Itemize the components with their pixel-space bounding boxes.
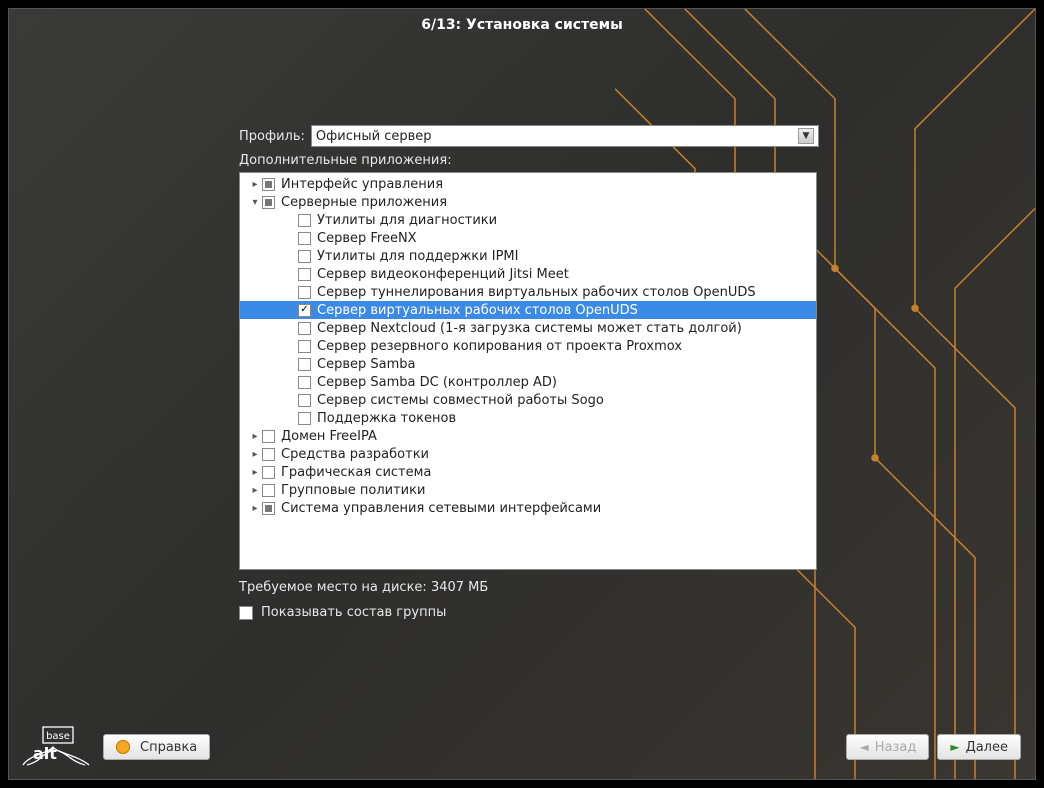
tree-checkbox[interactable] <box>262 448 275 461</box>
tree-row[interactable]: ▸ Система управления сетевыми интерфейсам… <box>240 499 816 517</box>
tree-row-label: Домен FreeIPA <box>281 429 377 444</box>
svg-text:base: base <box>46 731 70 742</box>
tree-row-label: Групповые политики <box>281 483 425 498</box>
tree-row[interactable]: ▸ Интерфейс управления <box>240 175 816 193</box>
tree-row[interactable]: ▾ Серверные приложения <box>240 193 816 211</box>
tree-row[interactable]: Сервер видеоконференций Jitsi Meet <box>240 265 816 283</box>
page-title: 6/13: Установка системы <box>9 9 1035 45</box>
help-button[interactable]: Справка <box>103 734 210 760</box>
svg-text:alt: alt <box>33 744 57 763</box>
tree-checkbox[interactable] <box>298 286 311 299</box>
chevron-down-icon: ▼ <box>798 128 814 144</box>
tree-checkbox[interactable] <box>298 412 311 425</box>
tree-row-label: Сервер Samba <box>317 357 415 372</box>
tree-row[interactable]: Утилиты для диагностики <box>240 211 816 229</box>
basealt-logo: base alt <box>19 725 93 769</box>
tree-row-label: Сервер видеоконференций Jitsi Meet <box>317 267 569 282</box>
tree-checkbox[interactable] <box>262 502 275 515</box>
tree-checkbox[interactable] <box>298 322 311 335</box>
tree-row-label: Система управления сетевыми интерфейсами <box>281 501 601 516</box>
tree-row[interactable]: Сервер системы совместной работы Sogo <box>240 391 816 409</box>
tree-checkbox[interactable] <box>298 304 311 317</box>
tree-row[interactable]: Утилиты для поддержки IPMI <box>240 247 816 265</box>
profile-label: Профиль: <box>239 129 305 144</box>
profile-dropdown[interactable]: Офисный сервер ▼ <box>311 125 819 147</box>
tree-row[interactable]: ▸ Домен FreeIPA <box>240 427 816 445</box>
tree-row-label: Сервер Samba DC (контроллер AD) <box>317 375 557 390</box>
tree-row-label: Утилиты для поддержки IPMI <box>317 249 518 264</box>
tree-row[interactable]: ▸ Средства разработки <box>240 445 816 463</box>
tree-row-label: Утилиты для диагностики <box>317 213 497 228</box>
tree-checkbox[interactable] <box>262 430 275 443</box>
tree-row[interactable]: ▸ Групповые политики <box>240 481 816 499</box>
tree-checkbox[interactable] <box>262 466 275 479</box>
tree-row[interactable]: Сервер FreeNX <box>240 229 816 247</box>
tree-row-label: Сервер Nextcloud (1-я загрузка системы м… <box>317 321 742 336</box>
tree-row[interactable]: ▸ Графическая система <box>240 463 816 481</box>
arrow-right-icon: ► <box>950 740 959 754</box>
tree-row-label: Сервер виртуальных рабочих столов OpenUD… <box>317 303 638 318</box>
next-button[interactable]: ►Далее <box>937 734 1021 760</box>
tree-checkbox[interactable] <box>262 484 275 497</box>
show-group-label: Показывать состав группы <box>261 605 446 620</box>
chevron-right-icon[interactable]: ▸ <box>248 503 262 514</box>
tree-checkbox[interactable] <box>298 214 311 227</box>
tree-row-label: Сервер туннелирования виртуальных рабочи… <box>317 285 756 300</box>
tree-row[interactable]: Сервер Samba DC (контроллер AD) <box>240 373 816 391</box>
chevron-right-icon[interactable]: ▸ <box>248 485 262 496</box>
tree-checkbox[interactable] <box>262 196 275 209</box>
tree-checkbox[interactable] <box>298 340 311 353</box>
tree-checkbox[interactable] <box>298 358 311 371</box>
tree-row-label: Сервер системы совместной работы Sogo <box>317 393 604 408</box>
tree-row[interactable]: Сервер виртуальных рабочих столов OpenUD… <box>240 301 816 319</box>
chevron-right-icon[interactable]: ▸ <box>248 467 262 478</box>
tree-row-label: Серверные приложения <box>281 195 447 210</box>
back-button[interactable]: ◄Назад <box>846 734 929 760</box>
tree-checkbox[interactable] <box>298 250 311 263</box>
tree-checkbox[interactable] <box>298 232 311 245</box>
tree-row[interactable]: Поддержка токенов <box>240 409 816 427</box>
chevron-right-icon[interactable]: ▸ <box>248 449 262 460</box>
tree-row-label: Средства разработки <box>281 447 429 462</box>
tree-row-label: Интерфейс управления <box>281 177 443 192</box>
tree-row-label: Сервер FreeNX <box>317 231 417 246</box>
package-tree[interactable]: ▸ Интерфейс управления ▾ Серверные приложен… <box>239 172 817 570</box>
tree-row[interactable]: Сервер туннелирования виртуальных рабочи… <box>240 283 816 301</box>
additional-apps-label: Дополнительные приложения: <box>239 153 819 168</box>
disk-required: Требуемое место на диске: 3407 МБ <box>239 580 819 595</box>
chevron-right-icon[interactable]: ▸ <box>248 431 262 442</box>
tree-checkbox[interactable] <box>298 394 311 407</box>
tree-row-label: Графическая система <box>281 465 431 480</box>
tree-checkbox[interactable] <box>298 376 311 389</box>
profile-value: Офисный сервер <box>316 129 432 144</box>
chevron-down-icon[interactable]: ▾ <box>248 197 262 208</box>
tree-row-label: Сервер резервного копирования от проекта… <box>317 339 682 354</box>
chevron-right-icon[interactable]: ▸ <box>248 179 262 190</box>
tree-row[interactable]: Сервер Samba <box>240 355 816 373</box>
tree-row[interactable]: Сервер резервного копирования от проекта… <box>240 337 816 355</box>
tree-checkbox[interactable] <box>262 178 275 191</box>
tree-row[interactable]: Сервер Nextcloud (1-я загрузка системы м… <box>240 319 816 337</box>
show-group-checkbox[interactable] <box>239 606 253 620</box>
arrow-left-icon: ◄ <box>859 740 868 754</box>
tree-row-label: Поддержка токенов <box>317 411 456 426</box>
tree-checkbox[interactable] <box>298 268 311 281</box>
